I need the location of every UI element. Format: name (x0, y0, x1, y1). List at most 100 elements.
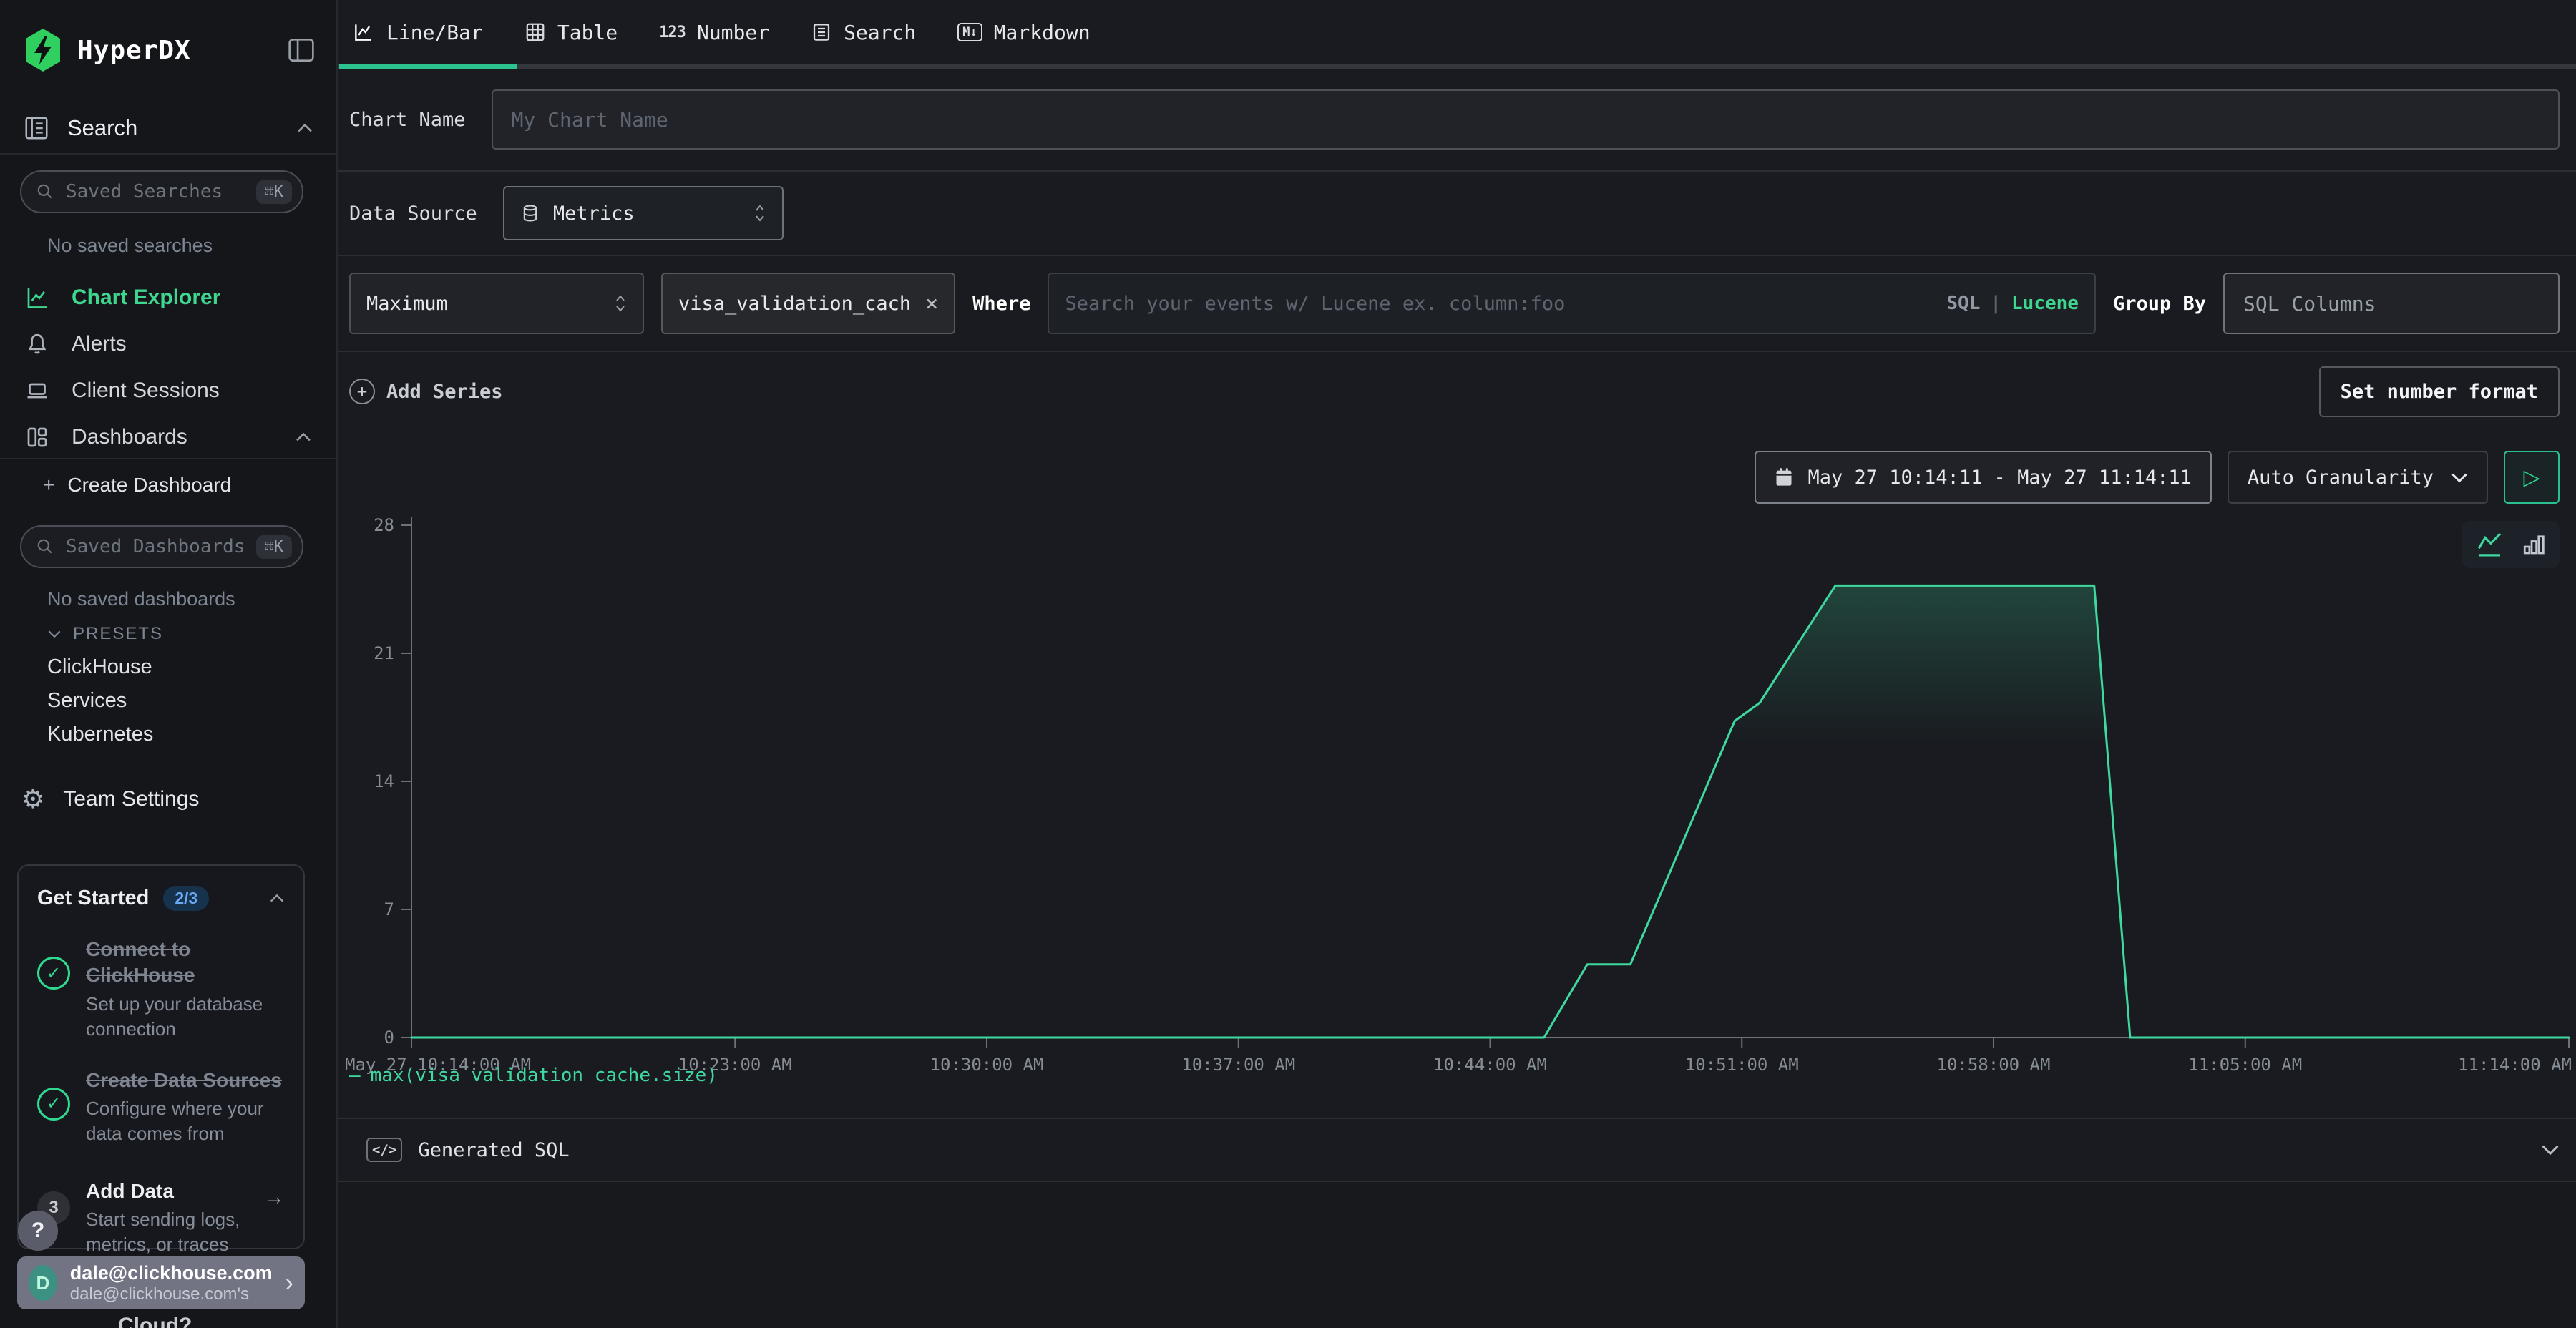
chevron-right-icon: › (286, 1269, 293, 1297)
plus-icon: + (43, 474, 54, 497)
preset-item-kubernetes[interactable]: Kubernetes (47, 723, 153, 746)
chevron-up-icon (295, 432, 312, 442)
chart-legend[interactable]: — max(visa_validation_cache.size) (349, 1065, 718, 1086)
dashboards-icon (24, 424, 52, 450)
main-content: Line/Bar Table 123 Number Search (338, 0, 2576, 1328)
line-chart-icon (352, 21, 375, 44)
get-started-item-add-data[interactable]: 3 Add Data Start sending logs, metrics, … (37, 1178, 285, 1258)
check-circle-icon: ✓ (37, 957, 70, 990)
svg-text:21: 21 (374, 643, 394, 663)
plus-circle-icon: + (349, 379, 375, 404)
get-started-item-datasources[interactable]: ✓ Create Data Sources Configure where yo… (37, 1068, 285, 1147)
avatar: D (29, 1265, 57, 1301)
chevron-up-icon (269, 894, 285, 903)
calendar-icon (1775, 467, 1793, 487)
svg-text:10:30:00 AM: 10:30:00 AM (930, 1055, 1044, 1075)
search-section-icon (23, 114, 50, 142)
cmd-k-shortcut: ⌘K (256, 535, 293, 559)
chevron-down-icon (2451, 472, 2468, 483)
tabbar-underline (338, 64, 2576, 69)
saved-searches-input[interactable]: Saved Searches ⌘K (20, 170, 303, 213)
clipped-bottom-text: Cloud? (118, 1314, 192, 1328)
tab-label: Markdown (994, 21, 1091, 44)
get-started-item-subtitle: Configure where your data comes from (86, 1096, 285, 1146)
get-started-item-connect[interactable]: ✓ Connect to ClickHouse Set up your data… (37, 937, 285, 1042)
close-icon[interactable]: × (925, 291, 938, 316)
tab-search[interactable]: Search (811, 21, 916, 44)
user-menu[interactable]: D dale@clickhouse.com dale@clickhouse.co… (17, 1256, 305, 1309)
svg-text:7: 7 (384, 899, 394, 919)
chart-svg[interactable]: 07142128May 27 10:14:00 AM10:23:00 AM10:… (338, 495, 2576, 1082)
sidebar-item-label: Client Sessions (72, 379, 220, 403)
series-actions-row: + Add Series Set number format (338, 352, 2576, 431)
tab-label: Number (697, 21, 769, 44)
group-by-input[interactable] (2223, 273, 2560, 334)
arrow-right-icon: → (263, 1178, 285, 1258)
data-source-select[interactable]: Metrics (503, 186, 784, 240)
sidebar-item-chart-explorer[interactable]: Chart Explorer (0, 275, 336, 321)
svg-text:28: 28 (374, 515, 394, 535)
get-started-item-subtitle: Set up your database connection (86, 992, 285, 1042)
sidebar-item-team-settings[interactable]: ⚙ Team Settings (21, 784, 199, 814)
chart-name-input[interactable] (492, 89, 2560, 150)
user-email: dale@clickhouse.com (70, 1262, 273, 1284)
get-started-item-title: Add Data (86, 1178, 248, 1204)
aggregation-select[interactable]: Maximum (349, 273, 644, 334)
hyperdx-logo-icon (23, 29, 63, 72)
series-row: Maximum visa_validation_cach × Where Sea… (338, 256, 2576, 351)
tab-table[interactable]: Table (525, 21, 618, 44)
get-started-item-title: Create Data Sources (86, 1068, 285, 1093)
sidebar-item-label: Chart Explorer (72, 285, 220, 310)
presets-header-label: PRESETS (73, 624, 163, 644)
tab-line-bar[interactable]: Line/Bar (352, 21, 483, 44)
gear-icon: ⚙ (21, 784, 44, 814)
no-saved-dashboards-text: No saved dashboards (47, 588, 235, 610)
tab-label: Line/Bar (386, 21, 483, 44)
tab-number[interactable]: 123 Number (659, 21, 769, 44)
database-icon (520, 203, 540, 223)
search-icon (36, 182, 54, 201)
preset-item-clickhouse[interactable]: ClickHouse (47, 655, 152, 679)
granularity-value: Auto Granularity (2248, 467, 2434, 489)
sidebar-item-dashboards[interactable]: Dashboards (0, 414, 336, 460)
sql-mode-toggle[interactable]: SQL (1946, 293, 1980, 314)
tab-label: Search (844, 21, 916, 44)
preset-item-services[interactable]: Services (47, 689, 127, 713)
laptop-icon (24, 378, 52, 404)
search-section-header[interactable]: Search (23, 114, 313, 142)
search-icon (36, 537, 54, 556)
generated-sql-row[interactable]: </> Generated SQL (338, 1119, 2576, 1181)
get-started-header[interactable]: Get Started 2/3 (37, 886, 285, 911)
add-series-button[interactable]: + Add Series (349, 379, 503, 404)
logo-row: HyperDX (23, 29, 316, 72)
chart-type-tabbar: Line/Bar Table 123 Number Search (338, 0, 2576, 69)
sidebar-collapse-button[interactable] (286, 37, 316, 63)
aggregation-value: Maximum (366, 293, 448, 315)
legend-line-swatch: — (349, 1065, 361, 1086)
select-chevrons-icon (753, 202, 766, 224)
brand-title: HyperDX (77, 36, 272, 65)
lucene-mode-toggle[interactable]: Lucene (2011, 293, 2079, 314)
tab-label: Table (557, 21, 618, 44)
metric-field-tag[interactable]: visa_validation_cach × (661, 273, 955, 334)
number-123-icon: 123 (659, 24, 686, 42)
bottom-empty-area (338, 1182, 2576, 1328)
saved-dashboards-input[interactable]: Saved Dashboards ⌘K (20, 525, 303, 568)
get-started-title: Get Started (37, 887, 149, 910)
svg-text:10:44:00 AM: 10:44:00 AM (1433, 1055, 1547, 1075)
svg-text:11:14:00 AM: 11:14:00 AM (2458, 1055, 2572, 1075)
where-input[interactable]: Search your events w/ Lucene ex. column:… (1048, 273, 2096, 334)
list-icon (811, 21, 832, 43)
saved-dashboards-placeholder: Saved Dashboards (66, 536, 245, 557)
svg-text:14: 14 (374, 771, 394, 791)
sidebar-item-alerts[interactable]: Alerts (0, 321, 336, 367)
data-source-label: Data Source (349, 202, 477, 225)
presets-toggle[interactable]: PRESETS (47, 624, 163, 644)
help-button[interactable]: ? (18, 1211, 58, 1251)
tab-markdown[interactable]: M↓ Markdown (957, 21, 1090, 44)
set-number-format-button[interactable]: Set number format (2319, 366, 2560, 417)
sidebar-item-client-sessions[interactable]: Client Sessions (0, 368, 336, 414)
progress-badge: 2/3 (163, 886, 209, 911)
group-by-label: Group By (2113, 293, 2206, 315)
create-dashboard-button[interactable]: + Create Dashboard (43, 474, 231, 497)
